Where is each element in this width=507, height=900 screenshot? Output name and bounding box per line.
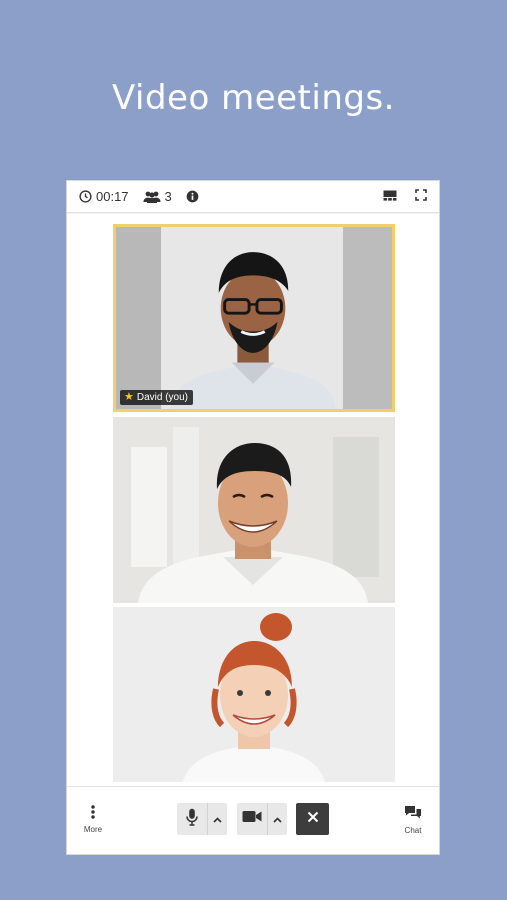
chevron-up-icon bbox=[213, 810, 222, 828]
hangup-icon bbox=[307, 810, 319, 828]
participant-tile-david[interactable]: ★ David (you) bbox=[113, 224, 395, 412]
participants-button[interactable]: 3 bbox=[143, 189, 172, 204]
more-icon bbox=[91, 805, 95, 821]
microphone-options-button[interactable] bbox=[207, 803, 227, 835]
participants-count: 3 bbox=[164, 189, 172, 204]
headline: Video meetings. bbox=[112, 78, 395, 118]
clock-icon bbox=[79, 190, 92, 203]
camera-icon bbox=[242, 810, 262, 828]
participant-name: David (you) bbox=[136, 392, 189, 403]
participant-video bbox=[113, 417, 395, 603]
info-button[interactable] bbox=[186, 190, 199, 203]
microphone-toggle-button[interactable] bbox=[177, 803, 207, 835]
camera-options-button[interactable] bbox=[267, 803, 287, 835]
star-icon: ★ bbox=[124, 391, 134, 403]
chat-icon bbox=[404, 805, 422, 822]
chat-label: Chat bbox=[404, 826, 422, 835]
participant-tile-3[interactable] bbox=[113, 607, 395, 782]
bottom-toolbar: More Chat bbox=[67, 786, 439, 854]
top-toolbar: 00:17 3 bbox=[67, 181, 439, 213]
microphone-icon bbox=[186, 808, 198, 831]
camera-toggle-button[interactable] bbox=[237, 803, 267, 835]
chevron-up-icon bbox=[273, 810, 282, 828]
more-label: More bbox=[83, 825, 103, 834]
microphone-control bbox=[177, 803, 227, 835]
tile-view-icon[interactable] bbox=[383, 189, 397, 204]
chat-button[interactable]: Chat bbox=[401, 805, 425, 835]
participant-tile-2[interactable] bbox=[113, 417, 395, 603]
video-stage: ★ David (you) bbox=[67, 214, 439, 788]
meeting-timer: 00:17 bbox=[79, 189, 129, 204]
timer-value: 00:17 bbox=[96, 189, 129, 204]
meeting-window: 00:17 3 ★ David (you) More Chat bbox=[66, 180, 440, 855]
hangup-button[interactable] bbox=[296, 803, 329, 835]
fullscreen-icon[interactable] bbox=[415, 189, 427, 204]
more-button[interactable]: More bbox=[81, 805, 105, 834]
camera-control bbox=[237, 803, 287, 835]
participant-video bbox=[116, 227, 392, 409]
info-icon bbox=[186, 190, 199, 203]
participant-video bbox=[113, 607, 395, 782]
participants-icon bbox=[143, 191, 161, 203]
participant-name-tag: ★ David (you) bbox=[120, 390, 194, 405]
